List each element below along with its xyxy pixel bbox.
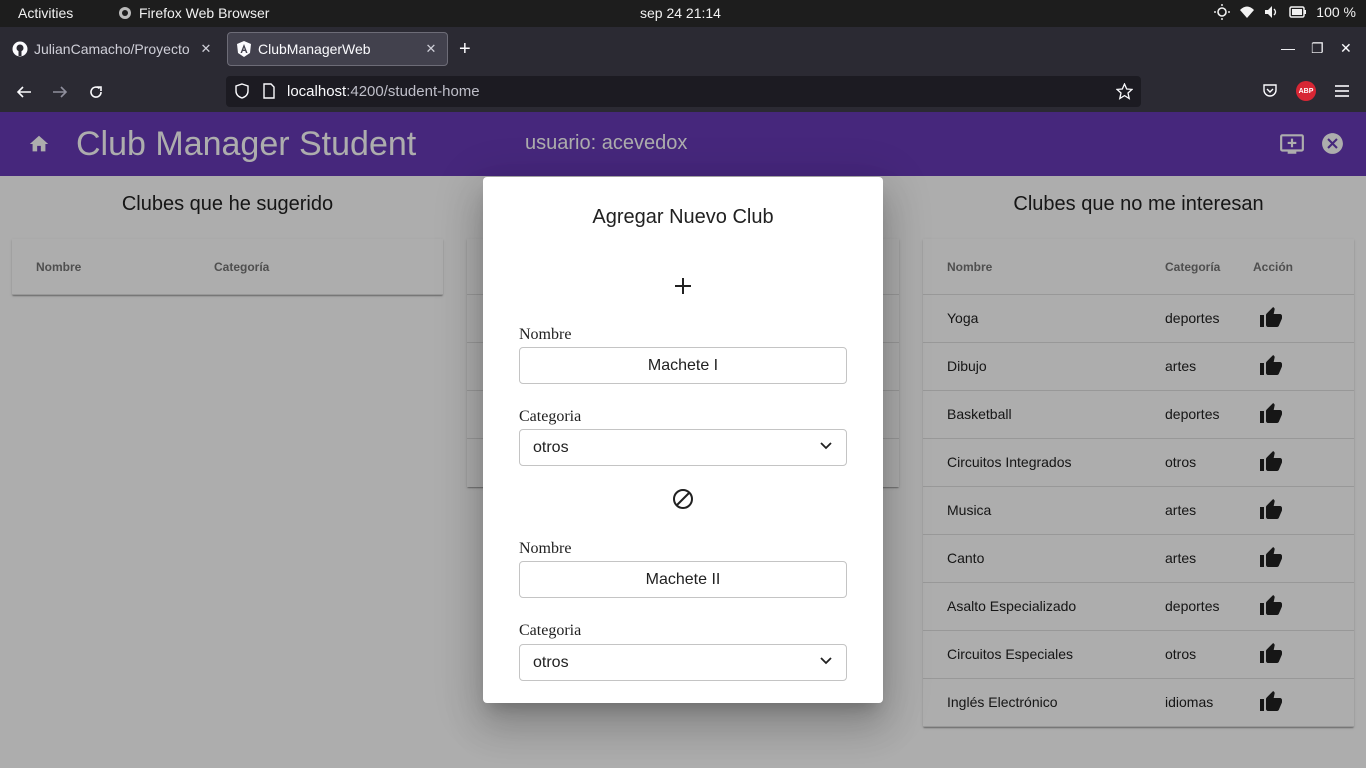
firefox-icon — [119, 7, 131, 19]
browser-tab-strip: JulianCamacho/Proyecto ✕ ClubManagerWeb … — [0, 27, 1366, 71]
reload-icon[interactable] — [86, 82, 106, 102]
wifi-icon — [1240, 6, 1255, 18]
battery-icon — [1289, 6, 1307, 18]
browser-navbar: localhost:4200/student-home ABP — [0, 71, 1366, 112]
name-label: Nombre — [519, 540, 572, 557]
close-window-icon[interactable]: ✕ — [1340, 40, 1352, 57]
name-input[interactable]: Machete II — [519, 561, 847, 598]
chevron-down-icon — [820, 657, 832, 665]
app-menu[interactable]: Firefox Web Browser — [118, 5, 269, 21]
close-tab-icon[interactable]: ✕ — [198, 41, 214, 57]
category-label: Categoria — [519, 408, 582, 425]
minimize-window-icon[interactable]: — — [1281, 40, 1295, 56]
dialog-title: Agregar Nuevo Club — [592, 206, 774, 228]
github-icon — [12, 41, 28, 57]
hamburger-menu-icon[interactable] — [1334, 84, 1350, 98]
restore-window-icon[interactable]: ❐ — [1311, 40, 1324, 57]
add-club-dialog: Agregar Nuevo Club Nombre Machete I Cate… — [483, 177, 883, 703]
pocket-icon[interactable] — [1262, 83, 1278, 99]
name-input[interactable]: Machete I — [519, 347, 847, 384]
tab-label: JulianCamacho/Proyecto — [34, 41, 190, 57]
url-bar[interactable]: localhost:4200/student-home — [226, 76, 1141, 107]
url-text: localhost:4200/student-home — [287, 83, 480, 100]
new-tab-button[interactable]: + — [459, 39, 471, 59]
tab-label: ClubManagerWeb — [258, 41, 371, 57]
clock[interactable]: sep 24 21:14 — [640, 5, 721, 21]
block-icon[interactable] — [672, 488, 694, 510]
category-value: otros — [533, 439, 569, 456]
url-path: :4200/student-home — [346, 83, 480, 100]
name-label: Nombre — [519, 326, 572, 343]
shield-icon — [235, 83, 249, 99]
battery-percent: 100 % — [1316, 4, 1356, 20]
tab-github[interactable]: JulianCamacho/Proyecto ✕ — [4, 32, 222, 66]
adblock-plus-icon[interactable]: ABP — [1296, 81, 1316, 101]
category-value: otros — [533, 654, 569, 671]
back-arrow-icon[interactable] — [14, 82, 34, 102]
url-host: localhost — [287, 83, 347, 100]
tab-clubmanagerweb[interactable]: ClubManagerWeb ✕ — [227, 32, 448, 66]
chevron-down-icon — [820, 442, 832, 450]
forward-arrow-icon[interactable] — [50, 82, 70, 102]
volume-icon — [1265, 6, 1277, 18]
activities-button[interactable]: Activities — [18, 5, 73, 21]
system-top-bar: Activities Firefox Web Browser sep 24 21… — [0, 0, 1366, 27]
category-label: Categoria — [519, 622, 582, 639]
app-name-label: Firefox Web Browser — [139, 5, 270, 21]
angular-icon — [236, 41, 252, 57]
system-tray[interactable]: 100 % — [1214, 4, 1356, 20]
close-tab-icon[interactable]: ✕ — [423, 41, 439, 57]
category-select[interactable]: otros — [519, 644, 847, 681]
page-icon — [263, 83, 275, 99]
brightness-icon — [1214, 4, 1231, 20]
bookmark-star-icon[interactable] — [1116, 83, 1133, 100]
category-select[interactable]: otros — [519, 429, 847, 466]
plus-icon[interactable] — [672, 275, 694, 297]
